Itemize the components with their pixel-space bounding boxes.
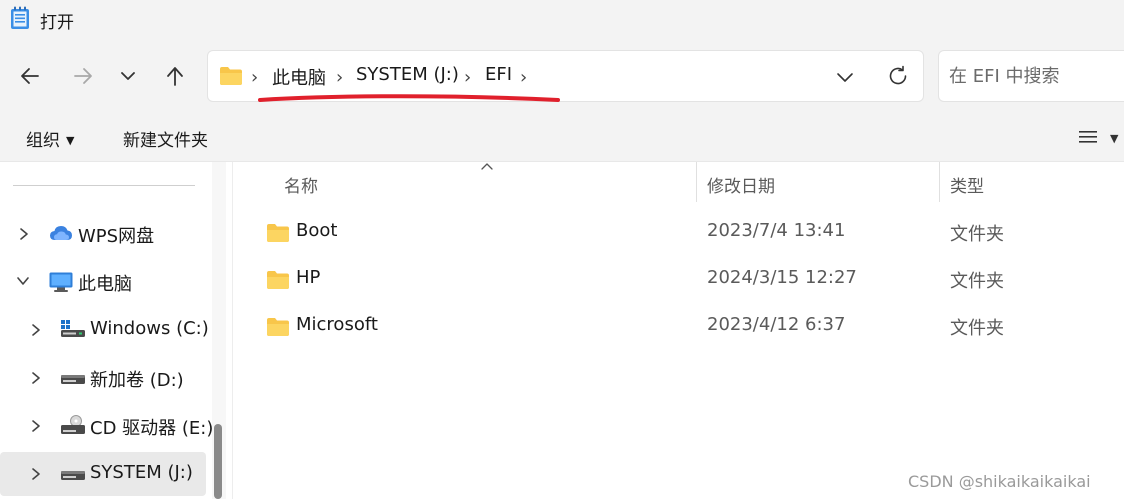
caret-down-icon: ▼ [66,134,75,147]
breadcrumb-separator-icon: › [336,67,344,88]
notepad-icon [11,6,29,29]
file-type: 文件夹 [950,224,1004,245]
column-header-modified[interactable]: 修改日期 [707,172,775,197]
computer-icon [49,272,73,292]
sidebar-item-this-pc[interactable]: 此电脑 [0,260,206,304]
sidebar-item-label: SYSTEM (J:) [90,462,193,483]
recent-locations-button[interactable] [114,62,142,90]
cd-drive-icon [61,415,85,434]
command-bar: 组织 ▼ 新建文件夹 ▼ [0,114,1124,162]
chevron-down-icon[interactable] [16,275,30,287]
sidebar-scrollbar-thumb[interactable] [214,424,222,499]
file-name: HP [296,267,321,288]
sidebar-item-wps-drive[interactable]: WPS网盘 [0,212,206,256]
chevron-down-icon [121,72,135,80]
file-row[interactable]: Boot 2023/7/4 13:41 文件夹 [253,210,1123,254]
file-modified: 2024/3/15 12:27 [707,267,857,288]
search-box[interactable] [938,50,1124,102]
red-underline-annotation [258,94,560,102]
file-name: Boot [296,220,338,241]
back-button[interactable] [16,62,44,90]
arrow-right-icon [74,68,92,84]
folder-icon [267,224,289,242]
breadcrumb-this-pc[interactable]: 此电脑 [272,64,326,90]
breadcrumb-efi[interactable]: EFI [485,64,512,85]
organize-button[interactable]: 组织 ▼ [26,126,74,151]
column-divider[interactable] [696,162,697,202]
drive-icon [61,471,85,480]
new-folder-button[interactable]: 新建文件夹 [123,126,208,151]
window-title: 打开 [40,13,74,33]
title-bar: 打开 [0,0,1124,38]
file-row[interactable]: Microsoft 2023/4/12 6:37 文件夹 [253,304,1123,348]
arrow-up-icon [167,67,183,86]
file-type: 文件夹 [950,271,1004,292]
forward-button[interactable] [69,62,97,90]
chevron-right-icon[interactable] [30,371,42,385]
windows-drive-icon [61,320,85,337]
cloud-icon [50,226,72,240]
file-modified: 2023/4/12 6:37 [707,314,846,335]
refresh-icon[interactable] [886,64,910,88]
folder-icon [220,67,242,85]
view-caret-down-icon[interactable]: ▼ [1110,132,1118,145]
chevron-right-icon[interactable] [18,227,30,241]
chevron-right-icon[interactable] [30,323,42,337]
column-divider[interactable] [939,162,940,202]
sidebar-item-label: WPS网盘 [78,226,155,247]
address-dropdown-icon[interactable] [835,67,855,87]
sort-ascending-icon [481,163,493,170]
sidebar-item-label: CD 驱动器 (E:) [90,418,214,439]
folder-icon [267,318,289,336]
breadcrumb-separator-icon: › [520,67,528,88]
sidebar-item-windows-c[interactable]: Windows (C:) [0,308,209,352]
navigation-bar: › 此电脑 › SYSTEM (J:) › EFI › [0,38,1124,114]
sidebar-item-label: Windows (C:) [90,318,209,339]
chevron-right-icon[interactable] [30,419,42,433]
breadcrumb-separator-icon: › [251,67,259,88]
arrow-left-icon [21,68,39,84]
file-name: Microsoft [296,314,378,335]
drive-icon [61,375,85,384]
file-list-pane: 名称 修改日期 类型 Boot 2023/7/4 13:41 文件夹 HP 20… [232,162,1124,499]
up-button[interactable] [161,62,189,90]
sidebar-item-label: 新加卷 (D:) [90,370,184,391]
column-header-type[interactable]: 类型 [950,172,984,197]
sidebar-divider [13,185,195,186]
navigation-pane: WPS网盘 此电脑 Windows (C:) 新加卷 (D:) CD 驱动器 (… [0,162,232,499]
breadcrumb-separator-icon: › [464,67,472,88]
file-modified: 2023/7/4 13:41 [707,220,846,241]
organize-label: 组织 [26,131,60,151]
search-input[interactable] [949,63,1124,89]
watermark: CSDN @shikaikaikaikai [908,472,1091,491]
chevron-right-icon[interactable] [30,467,42,481]
sidebar-item-new-volume-d[interactable]: 新加卷 (D:) [0,356,206,400]
file-row[interactable]: HP 2024/3/15 12:27 文件夹 [253,257,1123,301]
address-bar[interactable]: › 此电脑 › SYSTEM (J:) › EFI › [207,50,924,102]
view-options-icon[interactable] [1078,129,1098,145]
sidebar-item-label: 此电脑 [78,274,132,295]
sidebar-item-system-j[interactable]: SYSTEM (J:) [0,452,206,496]
breadcrumb-system-drive[interactable]: SYSTEM (J:) [356,64,459,85]
column-header-name[interactable]: 名称 [284,172,318,197]
folder-icon [267,271,289,289]
file-type: 文件夹 [950,318,1004,339]
sidebar-item-cd-drive-e[interactable]: CD 驱动器 (E:) [0,404,213,448]
